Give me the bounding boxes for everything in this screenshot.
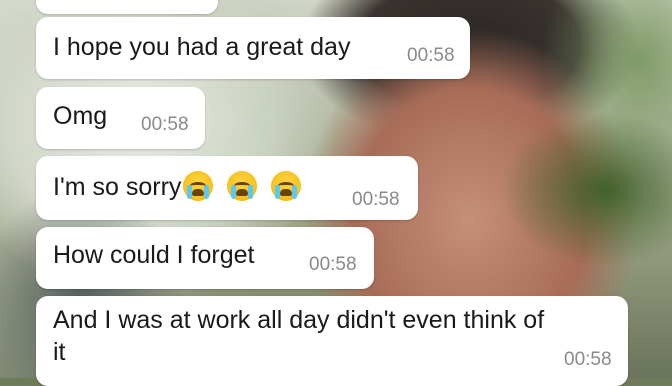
message-bubble[interactable]: How could I forget 00:58 — [36, 227, 374, 289]
message-bubble[interactable]: I'm so sorry 00:58 — [36, 156, 418, 220]
message-timestamp: 00:58 — [352, 189, 400, 210]
message-bubble-cut-off[interactable] — [36, 0, 218, 14]
message-timestamp: 00:58 — [309, 254, 357, 275]
message-bubble[interactable]: And I was at work all day didn't even th… — [36, 296, 628, 386]
loudly-crying-face-icon — [271, 171, 302, 201]
loudly-crying-face-icon — [227, 171, 258, 201]
loudly-crying-face-icon — [183, 171, 214, 201]
message-text-with-emoji: I'm so sorry — [53, 171, 302, 202]
message-bubble[interactable]: Omg 00:58 — [36, 87, 205, 149]
message-text: I'm so sorry — [53, 173, 182, 201]
message-timestamp: 00:58 — [564, 349, 612, 370]
message-text-line-2: it — [53, 338, 66, 366]
message-text: How could I forget — [53, 241, 255, 269]
message-bubble[interactable]: I hope you had a great day 00:58 — [36, 17, 470, 79]
message-text: Omg — [53, 102, 108, 130]
message-text: I hope you had a great day — [53, 33, 351, 61]
message-text-line-1: And I was at work all day didn't even th… — [53, 306, 545, 334]
message-timestamp: 00:58 — [141, 114, 189, 135]
message-timestamp: 00:58 — [407, 45, 455, 66]
